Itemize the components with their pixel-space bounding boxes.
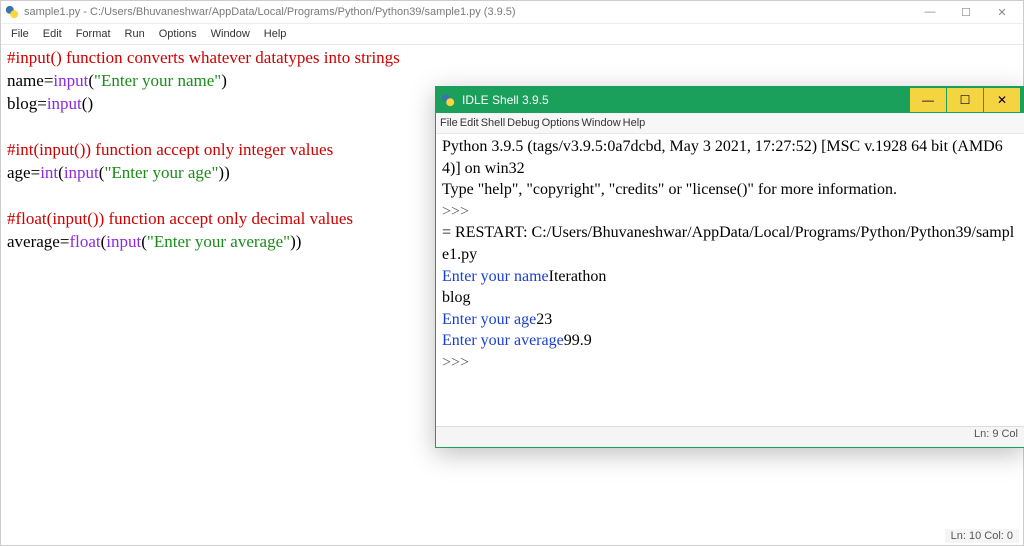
python-file-icon (5, 5, 19, 19)
code-token: = (60, 232, 70, 251)
code-token: input (64, 163, 99, 182)
code-token: age (7, 163, 31, 182)
editor-window-controls: — ☐ ✕ (913, 2, 1019, 22)
code-token: average (7, 232, 60, 251)
menu-options[interactable]: Options (542, 117, 580, 129)
editor-menubar: File Edit Format Run Options Window Help (1, 24, 1023, 45)
code-comment: #float(input()) function accept only dec… (7, 209, 353, 228)
minimize-button[interactable]: — (913, 2, 947, 22)
shell-output[interactable]: Python 3.9.5 (tags/v3.9.5:0a7dcbd, May 3… (436, 134, 1024, 426)
menu-window[interactable]: Window (205, 26, 256, 42)
shell-line: Enter your nameIterathon (442, 266, 1018, 288)
menu-help[interactable]: Help (623, 117, 646, 129)
shell-prompt: >>> (442, 352, 1018, 374)
code-token: blog (7, 94, 37, 113)
code-comment: #input() function converts whatever data… (7, 48, 400, 67)
code-comment: #int(input()) function accept only integ… (7, 140, 333, 159)
code-token: ) (221, 71, 227, 90)
code-token: ) (87, 94, 93, 113)
shell-window: IDLE Shell 3.9.5 — ☐ ✕ File Edit Shell D… (435, 86, 1024, 448)
shell-menubar: File Edit Shell Debug Options Window Hel… (436, 113, 1024, 134)
menu-help[interactable]: Help (258, 26, 293, 42)
code-token: = (44, 71, 54, 90)
code-token: input (53, 71, 88, 90)
close-button[interactable]: ✕ (985, 2, 1019, 22)
prompt-text: Enter your name (442, 268, 549, 285)
code-token: input (106, 232, 141, 251)
shell-titlebar[interactable]: IDLE Shell 3.9.5 — ☐ ✕ (436, 87, 1024, 113)
menu-edit[interactable]: Edit (460, 117, 479, 129)
menu-format[interactable]: Format (70, 26, 117, 42)
code-token: int (40, 163, 58, 182)
editor-statusbar: Ln: 10 Col: 0 (945, 529, 1019, 543)
maximize-button[interactable]: ☐ (949, 2, 983, 22)
code-token: = (31, 163, 41, 182)
code-token: "Enter your average" (147, 232, 290, 251)
editor-titlebar[interactable]: sample1.py - C:/Users/Bhuvaneshwar/AppDa… (1, 1, 1023, 24)
code-token: float (69, 232, 100, 251)
close-button[interactable]: ✕ (984, 88, 1020, 112)
maximize-button[interactable]: ☐ (947, 88, 983, 112)
minimize-button[interactable]: — (910, 88, 946, 112)
code-token: ) (224, 163, 230, 182)
prompt-text: Enter your average (442, 332, 564, 349)
user-input: 23 (536, 311, 552, 328)
menu-debug[interactable]: Debug (507, 117, 539, 129)
code-token: input (47, 94, 82, 113)
code-token: "Enter your age" (104, 163, 218, 182)
menu-file[interactable]: File (440, 117, 458, 129)
code-token: "Enter your name" (94, 71, 221, 90)
shell-line: Enter your average99.9 (442, 330, 1018, 352)
shell-title: IDLE Shell 3.9.5 (462, 93, 549, 107)
shell-line: Enter your age23 (442, 309, 1018, 331)
idle-icon (440, 92, 456, 108)
code-token: ) (296, 232, 302, 251)
shell-line: blog (442, 287, 1018, 309)
editor-title: sample1.py - C:/Users/Bhuvaneshwar/AppDa… (24, 6, 516, 18)
shell-restart-line: = RESTART: C:/Users/Bhuvaneshwar/AppData… (442, 222, 1018, 265)
prompt-text: Enter your age (442, 311, 536, 328)
shell-prompt: >>> (442, 201, 1018, 223)
code-token: = (37, 94, 47, 113)
menu-edit[interactable]: Edit (37, 26, 68, 42)
menu-shell[interactable]: Shell (481, 117, 505, 129)
menu-options[interactable]: Options (153, 26, 203, 42)
shell-statusbar: Ln: 9 Col (436, 426, 1024, 447)
shell-window-controls: — ☐ ✕ (909, 88, 1020, 112)
menu-file[interactable]: File (5, 26, 35, 42)
user-input: Iterathon (549, 268, 607, 285)
menu-window[interactable]: Window (582, 117, 621, 129)
user-input: 99.9 (564, 332, 592, 349)
code-token: name (7, 71, 44, 90)
menu-run[interactable]: Run (119, 26, 151, 42)
shell-banner: Python 3.9.5 (tags/v3.9.5:0a7dcbd, May 3… (442, 136, 1018, 179)
shell-banner: Type "help", "copyright", "credits" or "… (442, 179, 1018, 201)
